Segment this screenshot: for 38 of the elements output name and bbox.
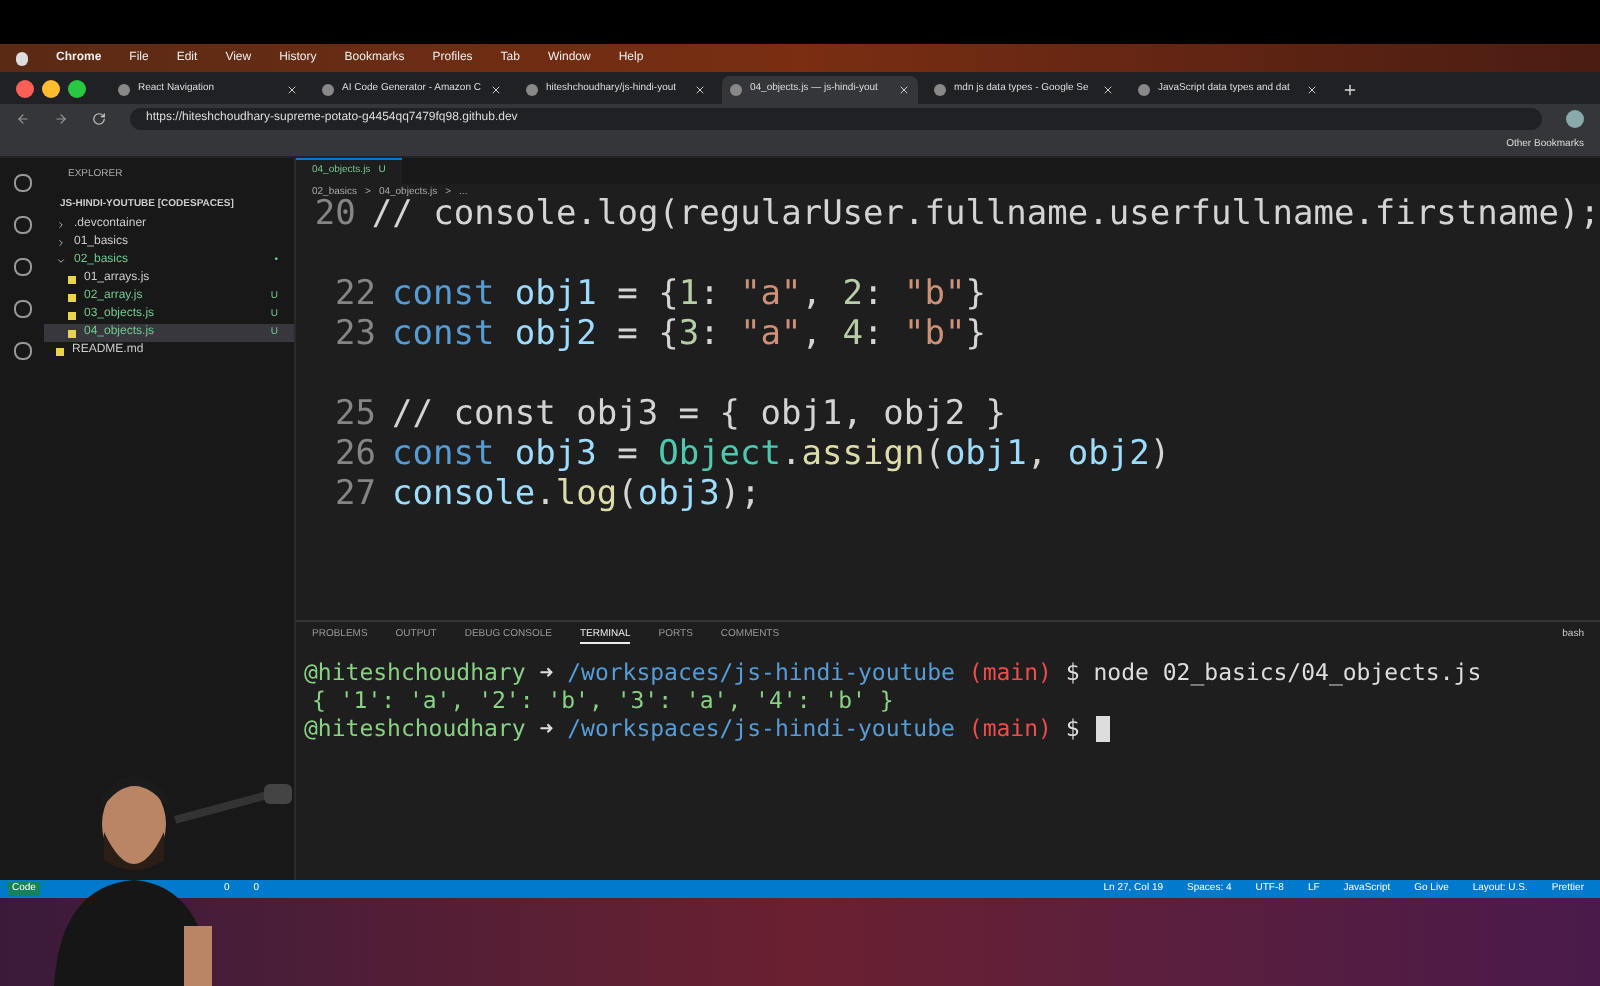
back-icon[interactable] [16,112,30,126]
line-number: 27 [333,474,378,514]
code-line: const obj3 = Object.assign(obj1, obj2) [392,434,1171,474]
terminal-line: @hiteshchoudhary ➜ /workspaces/js-hindi-youtube (main) $ node 02_basics/04_objects.js [304,658,1484,686]
close-icon[interactable] [1306,84,1318,96]
file-icon [68,293,76,301]
forward-icon[interactable] [54,112,68,126]
file-icon [68,311,76,319]
avatar-icon[interactable] [1566,110,1584,128]
favicon-icon [730,84,742,96]
close-icon[interactable] [898,84,910,96]
file-icon [68,275,76,283]
close-icon[interactable] [694,84,706,96]
terminal-line: @hiteshchoudhary ➜ /workspaces/js-hindi-youtube (main) $ [304,714,1592,743]
code-line: const obj2 = {3: "a", 4: "b"} [392,314,986,354]
file-icon [68,329,76,337]
close-icon[interactable] [490,84,502,96]
cursor [1095,716,1110,743]
file-icon [56,347,64,355]
favicon-icon [526,84,538,96]
terminal-output: { '1': 'a', '2': 'b', '3': 'a', '4': 'b' } [310,686,896,714]
favicon-icon [118,84,130,96]
favicon-icon [934,84,946,96]
reload-icon[interactable] [92,112,106,126]
line-number: 23 [333,314,378,354]
code-line: // console.log(regularUser.fullname.userfullname.firstname); [371,194,1600,234]
code-line: // const obj3 = { obj1, obj2 } [392,394,1007,434]
favicon-icon [322,84,334,96]
code-line: console.log(obj3); [392,474,761,514]
code-line: const obj1 = {1: "a", 2: "b"} [392,274,986,314]
line-number: 20 [314,194,356,234]
line-number: 25 [333,394,378,434]
line-number: 22 [333,274,378,314]
favicon-icon [1138,84,1150,96]
close-icon[interactable] [1102,84,1114,96]
new-tab-icon[interactable] [1342,82,1358,98]
line-number: 26 [333,434,378,474]
close-icon[interactable] [286,84,298,96]
